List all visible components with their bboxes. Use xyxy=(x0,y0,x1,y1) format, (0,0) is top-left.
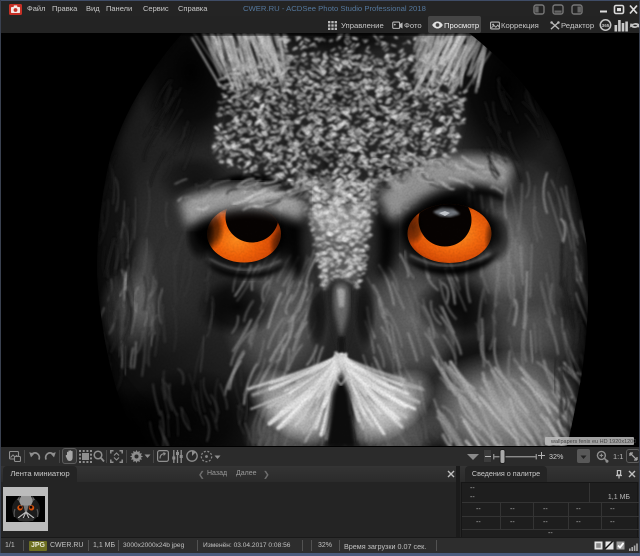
svg-text:365: 365 xyxy=(602,23,610,28)
svg-text:wallpapers fenix eu HD 1920x12: wallpapers fenix eu HD 1920x1200 xyxy=(550,439,636,445)
